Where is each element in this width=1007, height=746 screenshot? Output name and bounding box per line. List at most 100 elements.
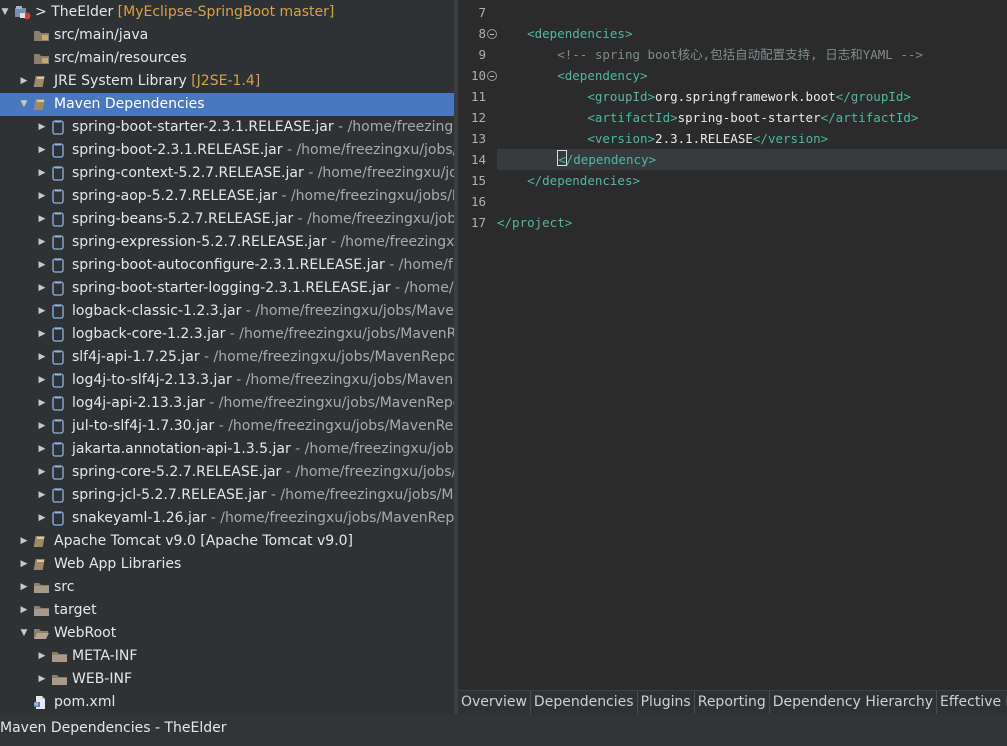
folder-package-icon: [33, 51, 49, 66]
chevron-right-icon[interactable]: ▶: [36, 346, 48, 369]
chevron-right-icon[interactable]: ▶: [18, 599, 30, 622]
tree-node[interactable]: ▶ logback-classic-1.2.3.jar - /home/freez…: [0, 300, 454, 323]
editor-tab-dependencies[interactable]: Dependencies: [531, 691, 638, 715]
chevron-right-icon[interactable]: ▶: [18, 70, 30, 93]
tree-node[interactable]: ▶ spring-boot-autoconfigure-2.3.1.RELEASE…: [0, 254, 454, 277]
chevron-right-icon[interactable]: ▶: [18, 576, 30, 599]
tree-node[interactable]: ▶ spring-beans-5.2.7.RELEASE.jar - /home/…: [0, 208, 454, 231]
tree-node[interactable]: ▶ JRE System Library [J2SE-1.4]: [0, 70, 454, 93]
chevron-right-icon[interactable]: ▶: [36, 392, 48, 415]
tree-node[interactable]: ▶ target: [0, 599, 454, 622]
tree-node-label: src/main/java: [54, 27, 149, 43]
tree-node[interactable]: ▶ logback-core-1.2.3.jar - /home/freezing…: [0, 323, 454, 346]
tree-node[interactable]: src/main/resources: [0, 47, 454, 70]
code-line[interactable]: <!-- spring boot核心,包括自动配置支持, 日志和YAML -->: [497, 44, 923, 65]
chevron-right-icon[interactable]: ▶: [36, 254, 48, 277]
tree-node-path: - /home/freezingxu/jobs/MavenRepository/…: [286, 142, 454, 158]
editor-tab-effective-pom[interactable]: Effective POM: [937, 691, 1007, 715]
tree-node-path: - /home/freezingxu/jobs/MavenRepository/…: [218, 418, 454, 434]
tree-node[interactable]: ▶ Web App Libraries: [0, 553, 454, 576]
xml-tag: </version>: [752, 131, 829, 146]
tree-node[interactable]: ▼ WebRoot: [0, 622, 454, 645]
tree-node-label: spring-boot-starter-2.3.1.RELEASE.jar: [72, 119, 334, 135]
tree-node-label: WEB-INF: [72, 671, 132, 687]
chevron-right-icon[interactable]: ▶: [36, 231, 48, 254]
tree-node[interactable]: ▶ WEB-INF: [0, 668, 454, 691]
xml-tag: </groupId>: [835, 89, 911, 104]
tree-node[interactable]: src/main/java: [0, 24, 454, 47]
xml-text: 2.3.1.RELEASE: [655, 131, 753, 146]
tree-node[interactable]: ▶ snakeyaml-1.26.jar - /home/freezingxu/j…: [0, 507, 454, 530]
tree-node[interactable]: ▶ spring-boot-starter-2.3.1.RELEASE.jar -…: [0, 116, 454, 139]
tree-node-label: spring-boot-2.3.1.RELEASE.jar: [72, 142, 283, 158]
xml-tag: </dependency>: [558, 152, 657, 167]
chevron-right-icon[interactable]: ▶: [36, 668, 48, 691]
chevron-right-icon[interactable]: ▶: [36, 415, 48, 438]
tree-node[interactable]: ▶ spring-core-5.2.7.RELEASE.jar - /home/f…: [0, 461, 454, 484]
folder-open-icon: [33, 626, 49, 641]
chevron-down-icon[interactable]: ▼: [0, 1, 11, 24]
tree-node-label: JRE System Library: [54, 73, 187, 89]
tree-node[interactable]: ▶ jakarta.annotation-api-1.3.5.jar - /hom…: [0, 438, 454, 461]
folder-package-icon: [33, 28, 49, 43]
xml-text: [497, 47, 557, 62]
tree-node[interactable]: ▶ slf4j-api-1.7.25.jar - /home/freezingxu…: [0, 346, 454, 369]
tree-node[interactable]: ▶ jul-to-slf4j-1.7.30.jar - /home/freezin…: [0, 415, 454, 438]
chevron-right-icon[interactable]: ▶: [36, 300, 48, 323]
chevron-right-icon[interactable]: ▶: [36, 185, 48, 208]
chevron-right-icon[interactable]: ▶: [36, 507, 48, 530]
chevron-right-icon[interactable]: ▶: [18, 530, 30, 553]
tree-node[interactable]: ▶ spring-boot-starter-logging-2.3.1.RELEA…: [0, 277, 454, 300]
chevron-right-icon[interactable]: ▶: [36, 438, 48, 461]
tree-node-path: - /home/freezingxu/jobs/MavenRepository/…: [210, 510, 454, 526]
xml-text: [497, 89, 587, 104]
code-line[interactable]: <version>2.3.1.RELEASE</version>: [497, 128, 828, 149]
tree-node[interactable]: ▶ spring-jcl-5.2.7.RELEASE.jar - /home/fr…: [0, 484, 454, 507]
jar-icon: [51, 166, 67, 181]
chevron-right-icon[interactable]: ▶: [36, 277, 48, 300]
tree-node[interactable]: ▶ src: [0, 576, 454, 599]
tree-node[interactable]: ▶ spring-expression-5.2.7.RELEASE.jar - /…: [0, 231, 454, 254]
chevron-right-icon[interactable]: ▶: [36, 461, 48, 484]
pom-editor[interactable]: 7 8 <dependencies> 9 <!-- spring boot核心,包括…: [458, 0, 1007, 690]
code-line[interactable]: <groupId>org.springframework.boot</group…: [497, 86, 911, 107]
code-line[interactable]: <dependency>: [497, 65, 647, 86]
chevron-right-icon[interactable]: ▶: [36, 369, 48, 392]
chevron-right-icon[interactable]: ▶: [36, 323, 48, 346]
chevron-down-icon[interactable]: ▼: [18, 93, 30, 116]
chevron-right-icon[interactable]: ▶: [36, 645, 48, 668]
code-line[interactable]: </project>: [497, 212, 572, 233]
tree-node[interactable]: ▶ log4j-to-slf4j-2.13.3.jar - /home/freez…: [0, 369, 454, 392]
fold-toggle-icon[interactable]: [487, 29, 497, 39]
line-number: 11: [470, 89, 486, 104]
code-line[interactable]: <artifactId>spring-boot-starter</artifac…: [497, 107, 918, 128]
folder-icon: [51, 649, 67, 664]
tree-node[interactable]: ▶ spring-boot-2.3.1.RELEASE.jar - /home/f…: [0, 139, 454, 162]
code-line[interactable]: <dependencies>: [497, 23, 632, 44]
chevron-right-icon[interactable]: ▶: [36, 139, 48, 162]
xml-text: [497, 173, 527, 188]
editor-tab-plugins[interactable]: Plugins: [638, 691, 695, 715]
tree-node[interactable]: ▶ spring-context-5.2.7.RELEASE.jar - /hom…: [0, 162, 454, 185]
tree-node[interactable]: ▶ log4j-api-2.13.3.jar - /home/freezingxu…: [0, 392, 454, 415]
chevron-right-icon[interactable]: ▶: [36, 208, 48, 231]
tree-node[interactable]: ▶ META-INF: [0, 645, 454, 668]
tree-node[interactable]: ▶ spring-aop-5.2.7.RELEASE.jar - /home/fr…: [0, 185, 454, 208]
editor-tab-overview[interactable]: Overview: [458, 691, 531, 715]
chevron-right-icon[interactable]: ▶: [36, 116, 48, 139]
tree-node[interactable]: ▼ Maven Dependencies: [0, 93, 454, 116]
editor-tab-dependency-hierarchy[interactable]: Dependency Hierarchy: [770, 691, 938, 715]
chevron-right-icon[interactable]: ▶: [36, 484, 48, 507]
editor-tab-reporting[interactable]: Reporting: [695, 691, 770, 715]
tree-node[interactable]: Mpom.xml: [0, 691, 454, 714]
tree-node-path: - /home/freezingxu/jobs/MavenRepository/…: [330, 234, 454, 250]
code-line[interactable]: </dependencies>: [497, 170, 640, 191]
chevron-right-icon[interactable]: ▶: [18, 553, 30, 576]
chevron-down-icon[interactable]: ▼: [18, 622, 30, 645]
xml-tag: </project>: [497, 215, 573, 230]
code-line[interactable]: </dependency>: [497, 149, 656, 170]
chevron-right-icon[interactable]: ▶: [36, 162, 48, 185]
tree-node[interactable]: ▶ Apache Tomcat v9.0 [Apache Tomcat v9.0]: [0, 530, 454, 553]
fold-toggle-icon[interactable]: [487, 71, 497, 81]
project-node[interactable]: ▼ > TheElder [MyEclipse-SpringBoot maste…: [0, 1, 454, 24]
